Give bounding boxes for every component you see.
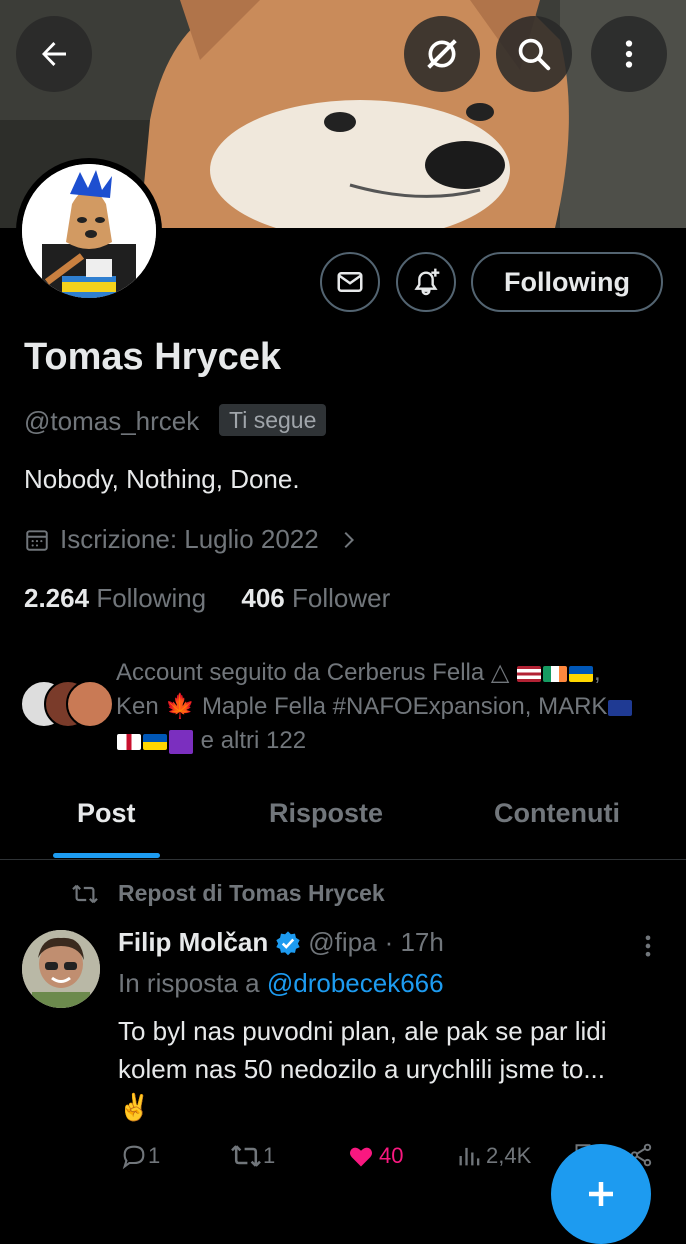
profile-name: Tomas Hrycek [24, 336, 281, 378]
calendar-icon [26, 529, 48, 551]
comment-icon [122, 1145, 145, 1170]
following-button[interactable]: Following [471, 252, 663, 312]
joined-date[interactable]: Iscrizione: Luglio 2022 [24, 524, 359, 555]
heart-filled-icon [349, 1147, 373, 1167]
verified-badge-icon [276, 930, 300, 955]
message-button[interactable] [320, 252, 380, 312]
ukraine-flag-icon [143, 733, 167, 750]
repost-button[interactable]: 1 [229, 1142, 275, 1170]
chevron-right-icon [344, 531, 354, 548]
tab-post[interactable]: Post [77, 798, 136, 829]
views-button[interactable]: 2,4K [456, 1142, 531, 1170]
avatar-image [22, 164, 156, 298]
tabs-divider [0, 859, 686, 860]
follows-you-badge: Ti segue [219, 404, 327, 436]
arrow-left-icon [42, 42, 66, 66]
compose-post-button[interactable] [551, 1144, 651, 1244]
followers-stat[interactable]: 406 Follower [241, 583, 390, 613]
grok-button[interactable] [404, 16, 480, 92]
victory-hand-emoji: ✌️ [118, 1092, 151, 1122]
repost-icon [72, 884, 98, 903]
plus-icon [589, 1182, 613, 1206]
profile-stats: 2.264 Following 406 Follower [24, 583, 390, 614]
active-tab-indicator [53, 853, 160, 858]
search-icon [518, 38, 551, 71]
followed-by-text[interactable]: Account seguito da Cerberus Fella △ , Ke… [116, 656, 666, 758]
profile-avatar[interactable] [16, 158, 162, 304]
more-vertical-icon [625, 40, 633, 68]
uk-flag-icon [608, 699, 633, 716]
post-author-avatar[interactable] [22, 930, 100, 1008]
more-vertical-icon [645, 935, 651, 957]
us-flag-icon [517, 665, 541, 682]
repost-icon [231, 1145, 261, 1167]
tab-replies[interactable]: Risposte [269, 798, 383, 829]
yin-yang-icon [169, 729, 193, 754]
reply-button[interactable]: 1 [120, 1142, 160, 1170]
tab-media[interactable]: Contenuti [494, 798, 620, 829]
search-button[interactable] [496, 16, 572, 92]
following-button-label: Following [504, 266, 630, 297]
envelope-icon [337, 272, 363, 292]
back-button[interactable] [16, 16, 92, 92]
reply-handle-link[interactable]: @drobecek666 [267, 968, 444, 998]
author-photo [22, 930, 100, 1008]
grok-slash-icon [427, 39, 457, 69]
post-time: · 17h [384, 927, 444, 957]
notifications-button[interactable] [396, 252, 456, 312]
joined-label: Iscrizione: Luglio 2022 [60, 524, 319, 554]
post-author-name[interactable]: Filip Molčan [118, 927, 268, 958]
more-button[interactable] [591, 16, 667, 92]
follower-avatar [66, 680, 114, 728]
profile-bio: Nobody, Nothing, Done. [24, 464, 300, 494]
england-flag-icon [117, 733, 141, 750]
repost-indicator[interactable]: Repost di Tomas Hrycek [70, 880, 385, 907]
post-author-handle[interactable]: @fipa [308, 927, 376, 958]
post-more-button[interactable] [634, 932, 662, 965]
post-body: To byl nas puvodni plan, ale pak se par … [118, 1016, 607, 1122]
maple-leaf-icon: 🍁 [165, 693, 196, 720]
following-stat[interactable]: 2.264 Following [24, 583, 206, 613]
post-header: Filip Molčan @fipa · 17h [118, 927, 444, 958]
bell-plus-icon [414, 268, 440, 296]
reply-context: In risposta a @drobecek666 [118, 968, 444, 998]
ukraine-flag-icon [569, 665, 593, 682]
profile-handle: @tomas_hrcek [24, 406, 200, 436]
ireland-flag-icon [543, 665, 567, 682]
bar-chart-icon [459, 1147, 480, 1166]
like-button[interactable]: 40 [347, 1142, 403, 1170]
